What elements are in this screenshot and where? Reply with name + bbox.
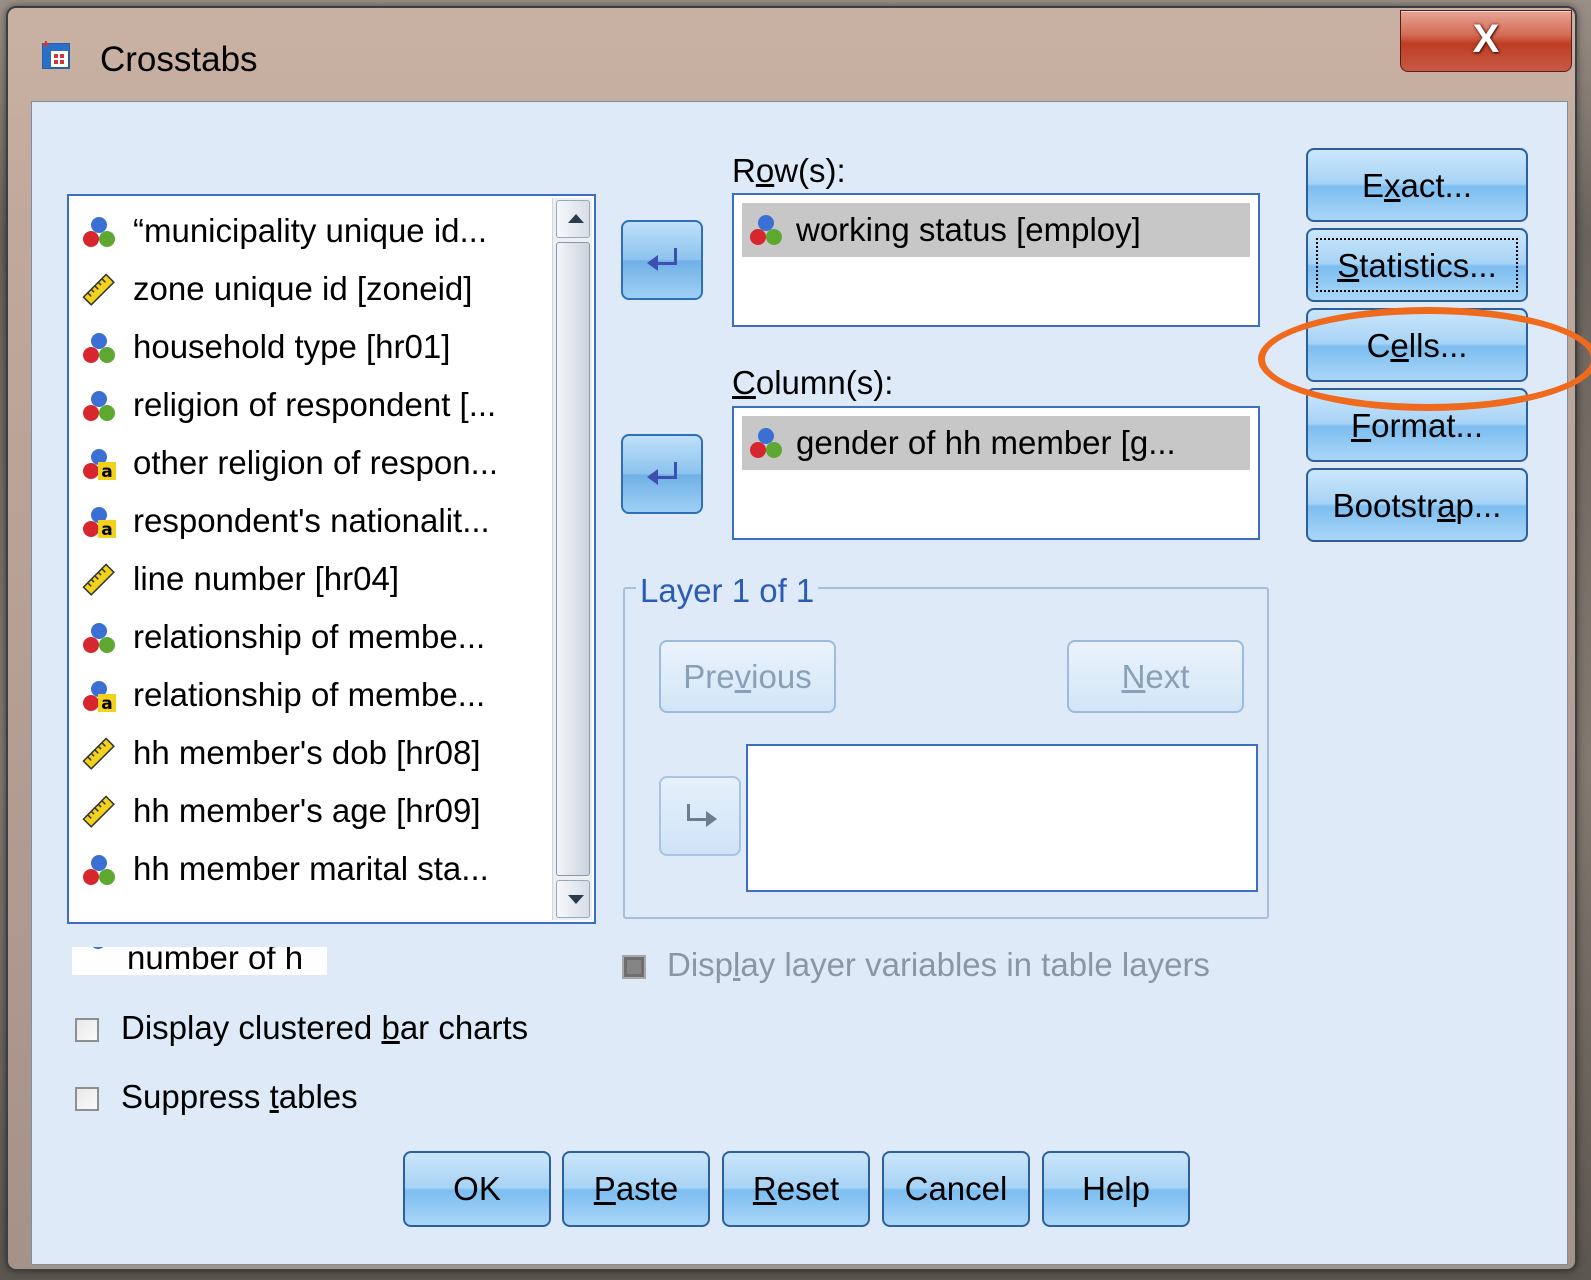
svg-text:a: a — [101, 694, 112, 713]
scale-ruler-icon — [82, 737, 115, 770]
arrow-left-icon — [647, 248, 677, 271]
variable-label: relationship of membe... — [133, 676, 486, 713]
variable-label: religion of respondent [... — [133, 386, 497, 423]
crosstabs-dialog: Crosstabs X “municipality unique id... zo… — [6, 6, 1591, 1271]
arrow-left-icon — [647, 462, 677, 485]
arrow-right-icon — [687, 804, 717, 827]
svg-text:a: a — [101, 462, 112, 481]
svg-text:a: a — [101, 520, 112, 539]
move-to-rows-button[interactable] — [621, 220, 703, 300]
scale-ruler-icon — [82, 273, 115, 306]
nominal-icon — [80, 947, 116, 973]
statistics-highlight-annotation — [1258, 307, 1591, 411]
nominal-icon — [83, 391, 115, 421]
variable-label: hh member's age [hr09] — [133, 792, 481, 829]
variable-label: relationship of membe... — [133, 618, 486, 655]
suppress-tables-label: Suppress tables — [121, 1078, 358, 1115]
next-layer-button[interactable]: Next — [1067, 640, 1244, 713]
previous-layer-button[interactable]: Previous — [659, 640, 836, 713]
close-button[interactable]: X — [1400, 10, 1572, 72]
variable-label: zone unique id [zoneid] — [133, 270, 473, 307]
move-to-layer-button[interactable] — [659, 776, 741, 856]
clustered-bar-charts-label: Display clustered bar charts — [121, 1009, 529, 1046]
scrollbar-thumb[interactable] — [556, 242, 590, 876]
variable-label: “municipality unique id... — [133, 212, 488, 249]
string-nominal-icon: a — [83, 449, 116, 481]
help-button[interactable]: Help — [1042, 1151, 1190, 1227]
dialog-client-area: “municipality unique id... zone unique id… — [31, 101, 1591, 1265]
chevron-down-icon — [568, 895, 584, 904]
string-nominal-icon: a — [83, 681, 116, 713]
variable-label: hh member's dob [hr08] — [133, 734, 481, 771]
nominal-icon — [83, 855, 115, 885]
clustered-bar-charts-checkbox[interactable] — [75, 1018, 99, 1042]
columns-target-list[interactable]: gender of hh member [g... — [732, 406, 1260, 540]
move-to-columns-button[interactable] — [621, 434, 703, 514]
ok-button[interactable]: OK — [403, 1151, 551, 1227]
variable-label: other religion of respon... — [133, 444, 499, 481]
variable-list-scrollbar[interactable] — [552, 198, 592, 920]
string-nominal-icon: a — [83, 507, 116, 539]
variable-label: respondent's nationalit... — [133, 502, 490, 539]
source-variable-list[interactable]: “municipality unique id... zone unique id… — [67, 194, 596, 924]
display-layer-label: Display layer variables in table layers — [667, 946, 1210, 983]
crosstabs-app-icon — [42, 41, 70, 69]
exact-button[interactable]: Exact... — [1306, 148, 1528, 222]
scale-ruler-icon — [82, 563, 115, 596]
reset-button[interactable]: Reset — [722, 1151, 870, 1227]
window-title: Crosstabs — [100, 40, 258, 79]
variable-label: hh member marital sta... — [133, 850, 489, 887]
nominal-icon — [83, 623, 115, 653]
scale-ruler-icon — [82, 795, 115, 828]
scroll-up-button[interactable] — [556, 200, 590, 238]
chevron-up-icon — [568, 214, 584, 223]
variable-label: line number [hr04] — [133, 560, 399, 597]
layer-target-list[interactable] — [746, 744, 1258, 892]
statistics-button[interactable]: Statistics... — [1306, 228, 1528, 302]
bootstrap-button[interactable]: Bootstrap... — [1306, 468, 1528, 542]
nominal-icon — [83, 217, 115, 247]
close-icon: X — [1472, 17, 1500, 61]
partially-visible-list-item: number of h — [72, 947, 327, 975]
columns-selected-variable[interactable]: gender of hh member [g... — [742, 416, 1250, 470]
nominal-icon — [750, 215, 782, 245]
suppress-tables-checkbox[interactable] — [75, 1087, 99, 1111]
rows-label: Row(s): — [732, 152, 846, 189]
rows-selected-variable[interactable]: working status [employ] — [742, 203, 1250, 257]
layer-legend: Layer 1 of 1 — [636, 572, 819, 610]
paste-button[interactable]: Paste — [562, 1151, 710, 1227]
scroll-down-button[interactable] — [556, 880, 590, 918]
nominal-icon — [83, 333, 115, 363]
display-layer-checkbox[interactable] — [622, 955, 646, 979]
nominal-icon — [750, 428, 782, 458]
rows-target-list[interactable]: working status [employ] — [732, 193, 1260, 327]
columns-label: Column(s): — [732, 364, 894, 401]
cancel-button[interactable]: Cancel — [882, 1151, 1030, 1227]
variable-label: household type [hr01] — [133, 328, 451, 365]
